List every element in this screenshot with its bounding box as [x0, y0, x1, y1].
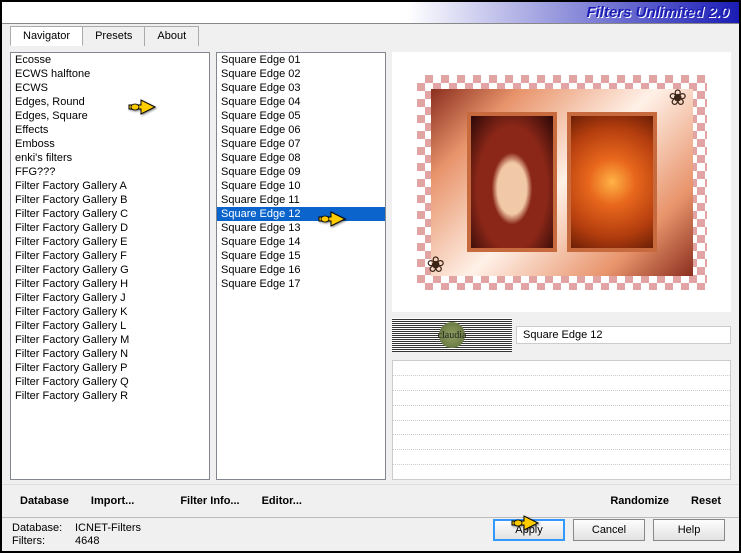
apply-button[interactable]: Apply: [493, 519, 565, 541]
tab-about[interactable]: About: [144, 26, 199, 46]
list-item[interactable]: Edges, Square: [11, 109, 209, 123]
filter-info-button[interactable]: Filter Info...: [172, 491, 247, 511]
list-item[interactable]: Square Edge 01: [217, 53, 385, 67]
status-db-value: ICNET-Filters: [75, 522, 141, 534]
preview-box: ❀ ❀: [392, 52, 731, 312]
ornament-icon: ❀: [427, 252, 455, 280]
tab-navigator[interactable]: Navigator: [10, 26, 83, 46]
list-item[interactable]: Filter Factory Gallery C: [11, 207, 209, 221]
list-item[interactable]: Square Edge 11: [217, 193, 385, 207]
status-filters-key: Filters:: [12, 535, 67, 547]
list-item[interactable]: FFG???: [11, 165, 209, 179]
list-item[interactable]: Square Edge 14: [217, 235, 385, 249]
list-item[interactable]: Filter Factory Gallery H: [11, 277, 209, 291]
ornament-icon: ❀: [669, 85, 697, 113]
list-item[interactable]: Square Edge 17: [217, 277, 385, 291]
list-item[interactable]: Filter Factory Gallery Q: [11, 375, 209, 389]
tab-presets[interactable]: Presets: [82, 26, 145, 46]
filter-column: Square Edge 01Square Edge 02Square Edge …: [216, 52, 386, 480]
list-item[interactable]: enki's filters: [11, 151, 209, 165]
preview-photo: [467, 112, 557, 252]
list-item[interactable]: Filter Factory Gallery R: [11, 389, 209, 403]
watermark: claudia: [392, 318, 512, 352]
category-list[interactable]: EcosseECWS halftoneECWSEdges, RoundEdges…: [10, 52, 210, 480]
app-title: Filters Unlimited 2.0: [586, 4, 729, 21]
list-item[interactable]: Square Edge 07: [217, 137, 385, 151]
reset-button[interactable]: Reset: [683, 491, 729, 511]
app-window: Filters Unlimited 2.0 NavigatorPresetsAb…: [0, 0, 741, 553]
detail-row: claudia Square Edge 12: [392, 314, 731, 356]
help-button[interactable]: Help: [653, 519, 725, 541]
preview-photo: [567, 112, 657, 252]
list-item[interactable]: Square Edge 05: [217, 109, 385, 123]
list-item[interactable]: Filter Factory Gallery E: [11, 235, 209, 249]
list-item[interactable]: Filter Factory Gallery A: [11, 179, 209, 193]
status-filters-value: 4648: [75, 535, 99, 547]
list-item[interactable]: Square Edge 16: [217, 263, 385, 277]
list-item[interactable]: Square Edge 15: [217, 249, 385, 263]
list-item[interactable]: Square Edge 12: [217, 207, 385, 221]
list-item[interactable]: Square Edge 03: [217, 81, 385, 95]
titlebar: Filters Unlimited 2.0: [2, 2, 739, 24]
list-item[interactable]: Ecosse: [11, 53, 209, 67]
main-area: EcosseECWS halftoneECWSEdges, RoundEdges…: [2, 46, 739, 484]
list-item[interactable]: Filter Factory Gallery B: [11, 193, 209, 207]
list-item[interactable]: Square Edge 10: [217, 179, 385, 193]
status-db-key: Database:: [12, 522, 67, 534]
list-item[interactable]: Filter Factory Gallery L: [11, 319, 209, 333]
list-item[interactable]: Filter Factory Gallery D: [11, 221, 209, 235]
tabstrip: NavigatorPresetsAbout: [2, 24, 739, 46]
editor-button[interactable]: Editor...: [254, 491, 310, 511]
list-item[interactable]: Filter Factory Gallery N: [11, 347, 209, 361]
toolbar: Database Import... Filter Info... Editor…: [2, 484, 739, 517]
parameter-panel: [392, 360, 731, 480]
preview-column: ❀ ❀ claudia Square Edge 12: [392, 52, 731, 480]
list-item[interactable]: Square Edge 13: [217, 221, 385, 235]
database-button[interactable]: Database: [12, 491, 77, 511]
list-item[interactable]: Square Edge 06: [217, 123, 385, 137]
list-item[interactable]: Filter Factory Gallery F: [11, 249, 209, 263]
list-item[interactable]: Square Edge 04: [217, 95, 385, 109]
import-button[interactable]: Import...: [83, 491, 142, 511]
list-item[interactable]: Filter Factory Gallery K: [11, 305, 209, 319]
list-item[interactable]: Filter Factory Gallery G: [11, 263, 209, 277]
category-column: EcosseECWS halftoneECWSEdges, RoundEdges…: [10, 52, 210, 480]
list-item[interactable]: Filter Factory Gallery M: [11, 333, 209, 347]
list-item[interactable]: Filter Factory Gallery J: [11, 291, 209, 305]
cancel-button[interactable]: Cancel: [573, 519, 645, 541]
list-item[interactable]: Square Edge 08: [217, 151, 385, 165]
list-item[interactable]: Edges, Round: [11, 95, 209, 109]
list-item[interactable]: Square Edge 09: [217, 165, 385, 179]
filter-list[interactable]: Square Edge 01Square Edge 02Square Edge …: [216, 52, 386, 480]
list-item[interactable]: ECWS: [11, 81, 209, 95]
list-item[interactable]: Effects: [11, 123, 209, 137]
footer-buttons: Apply Cancel Help: [493, 519, 725, 541]
list-item[interactable]: Square Edge 02: [217, 67, 385, 81]
preview-image: ❀ ❀: [417, 75, 707, 290]
list-item[interactable]: Emboss: [11, 137, 209, 151]
list-item[interactable]: ECWS halftone: [11, 67, 209, 81]
list-item[interactable]: Filter Factory Gallery P: [11, 361, 209, 375]
selected-filter-label: Square Edge 12: [516, 326, 731, 344]
randomize-button[interactable]: Randomize: [602, 491, 677, 511]
